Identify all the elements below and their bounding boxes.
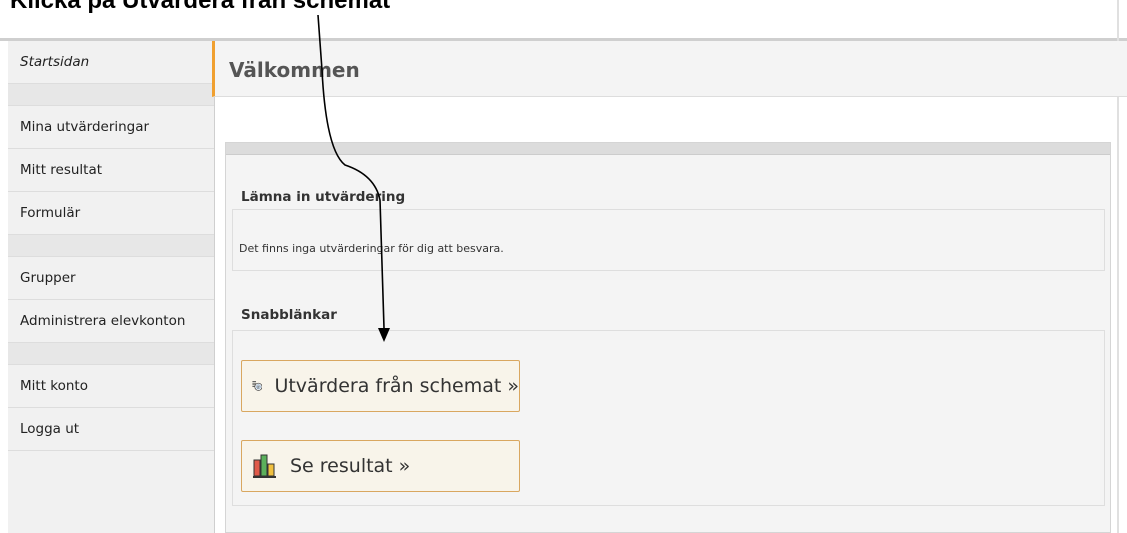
sidebar-item-label: Mitt resultat: [20, 162, 103, 178]
sidebar-item-label: Mitt konto: [20, 378, 88, 394]
top-strip: Klicka på Utvärdera från schemat: [0, 0, 1127, 40]
page-header: Välkommen: [212, 41, 1127, 97]
sidebar-item-label: Grupper: [20, 270, 76, 286]
sidebar-item-mitt-konto[interactable]: Mitt konto: [8, 365, 214, 408]
instruction-caption: Klicka på Utvärdera från schemat: [10, 0, 391, 14]
sidebar-separator: [8, 343, 214, 365]
see-results-label: Se resultat »: [290, 455, 411, 477]
submit-evaluation-heading: Lämna in utvärdering: [241, 189, 406, 205]
evaluate-from-schedule-label: Utvärdera från schemat »: [274, 375, 519, 397]
sidebar: Startsidan Mina utvärderingar Mitt resul…: [8, 41, 214, 533]
sidebar-item-label: Administrera elevkonton: [20, 313, 186, 329]
content-divider: [214, 97, 215, 533]
sidebar-item-formular[interactable]: Formulär: [8, 192, 214, 235]
no-evaluations-message: Det finns inga utvärderingar för dig att…: [239, 242, 504, 255]
sidebar-item-startsidan[interactable]: Startsidan: [8, 41, 214, 84]
sidebar-separator: [8, 84, 214, 106]
sidebar-item-label: Startsidan: [20, 54, 90, 70]
sidebar-item-administrera-elevkonton[interactable]: Administrera elevkonton: [8, 300, 214, 343]
bar-chart-icon: [253, 454, 276, 478]
sidebar-item-label: Mina utvärderingar: [20, 119, 150, 135]
quicklinks-box: Utvärdera från schemat » Se resultat »: [232, 330, 1105, 506]
submit-evaluation-box: Det finns inga utvärderingar för dig att…: [232, 209, 1105, 271]
sidebar-item-label: Formulär: [20, 205, 81, 221]
quicklinks-heading: Snabblänkar: [241, 307, 337, 323]
see-results-button[interactable]: Se resultat »: [241, 440, 520, 492]
sidebar-item-logga-ut[interactable]: Logga ut: [8, 408, 214, 451]
evaluate-from-schedule-button[interactable]: Utvärdera från schemat »: [241, 360, 520, 412]
sidebar-item-mitt-resultat[interactable]: Mitt resultat: [8, 149, 214, 192]
panel-topbar: [226, 143, 1110, 155]
schedule-evaluate-icon: [252, 381, 263, 391]
sidebar-item-mina-utvarderingar[interactable]: Mina utvärderingar: [8, 106, 214, 149]
page-title: Välkommen: [229, 58, 360, 82]
sidebar-item-label: Logga ut: [20, 421, 80, 437]
sidebar-separator: [8, 235, 214, 257]
sidebar-item-grupper[interactable]: Grupper: [8, 257, 214, 300]
dashboard-panel: Lämna in utvärdering Det finns inga utvä…: [225, 142, 1111, 533]
